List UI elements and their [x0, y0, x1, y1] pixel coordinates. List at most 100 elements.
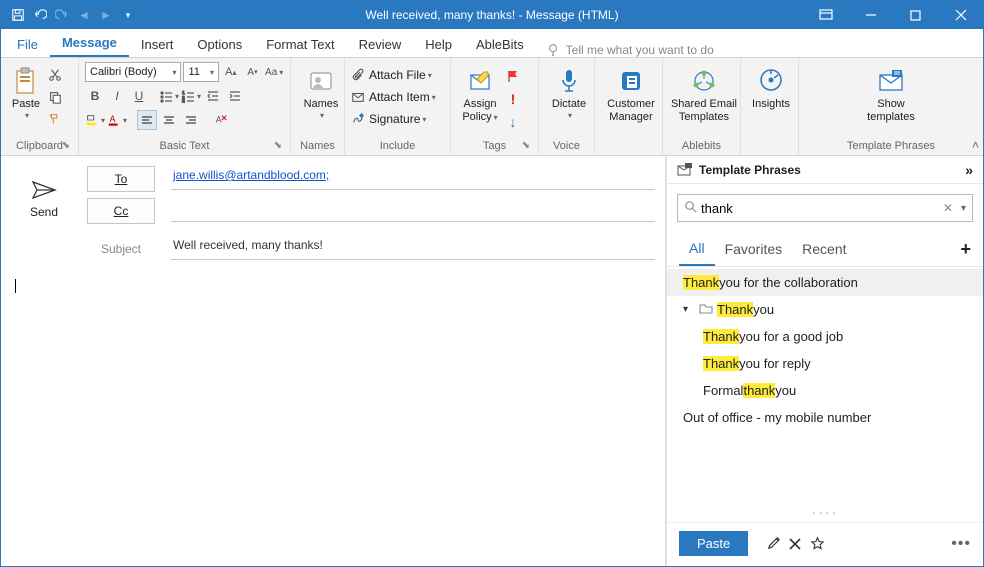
grow-font-icon[interactable]: A▴ — [221, 62, 241, 82]
minimize-icon[interactable] — [848, 1, 893, 29]
bullets-icon[interactable]: ▾ — [159, 86, 179, 106]
maximize-icon[interactable] — [893, 1, 938, 29]
tab-review[interactable]: Review — [347, 32, 414, 57]
clear-search-icon[interactable]: ✕ — [943, 201, 953, 215]
template-item[interactable]: Formal thank you — [667, 377, 983, 404]
tab-insert[interactable]: Insert — [129, 32, 186, 57]
tab-format-text[interactable]: Format Text — [254, 32, 346, 57]
to-button[interactable]: To — [87, 166, 155, 192]
tab-favorites[interactable]: Favorites — [715, 233, 793, 265]
cut-icon[interactable] — [45, 65, 65, 85]
attach-file-button[interactable]: Attach File▾ — [351, 64, 444, 86]
underline-icon[interactable]: U — [129, 86, 149, 106]
show-templates-button[interactable]: Show templates — [856, 62, 926, 124]
subject-field[interactable]: Well received, many thanks! — [171, 238, 655, 260]
cc-field[interactable] — [171, 200, 655, 222]
format-painter-icon[interactable] — [45, 109, 65, 129]
dialog-launcher-icon[interactable]: ⬊ — [274, 140, 282, 151]
bold-icon[interactable]: B — [85, 86, 105, 106]
template-search-input[interactable] — [701, 201, 937, 216]
title-bar: ◄ ► ▾ Well received, many thanks! - Mess… — [1, 1, 983, 29]
tab-ablebits[interactable]: AbleBits — [464, 32, 536, 57]
change-case-icon[interactable]: Aa▾ — [264, 62, 284, 82]
copy-icon[interactable] — [45, 87, 65, 107]
tab-message[interactable]: Message — [50, 30, 129, 57]
numbering-icon[interactable]: 123▾ — [181, 86, 201, 106]
template-phrases-panel: Template Phrases » ✕ ▾ All Favorites Rec… — [667, 156, 983, 566]
align-right-icon[interactable] — [181, 110, 201, 130]
more-options-icon[interactable]: ••• — [951, 535, 971, 553]
increase-indent-icon[interactable] — [225, 86, 245, 106]
ribbon-tabs: File Message Insert Options Format Text … — [1, 29, 983, 57]
send-button[interactable]: Send — [11, 166, 77, 230]
qat-dropdown-icon[interactable]: ▾ — [117, 4, 139, 26]
insights-button[interactable]: Insights — [747, 62, 795, 111]
resize-handle[interactable]: ···· — [667, 502, 983, 522]
low-importance-icon[interactable]: ↓ — [503, 112, 523, 132]
chevron-down-icon: ▾ — [320, 111, 324, 120]
tab-help[interactable]: Help — [413, 32, 464, 57]
decrease-indent-icon[interactable] — [203, 86, 223, 106]
align-left-icon[interactable] — [137, 110, 157, 130]
forward-icon: ► — [95, 4, 117, 26]
template-item[interactable]: Thank you for a good job — [667, 323, 983, 350]
group-tags-label: Tags⬊ — [457, 138, 532, 155]
template-search[interactable]: ✕ ▾ — [677, 194, 973, 222]
subject-label: Subject — [87, 242, 155, 256]
collapse-ribbon-icon[interactable]: ˄ — [972, 138, 979, 152]
to-field[interactable]: jane.willis@artandblood.com; — [171, 168, 655, 190]
high-importance-icon[interactable]: ! — [503, 89, 523, 109]
template-item[interactable]: Out of office - my mobile number — [667, 404, 983, 431]
align-center-icon[interactable] — [159, 110, 179, 130]
group-ablebits-label: Ablebits — [669, 138, 734, 155]
clear-formatting-icon[interactable]: A — [211, 110, 231, 130]
undo-icon[interactable] — [29, 4, 51, 26]
add-template-icon[interactable]: + — [960, 239, 971, 260]
font-name-select[interactable]: Calibri (Body)▾ — [85, 62, 181, 82]
favorite-icon[interactable] — [806, 536, 828, 551]
font-color-icon[interactable]: A▾ — [107, 110, 127, 130]
svg-text:A: A — [110, 114, 116, 124]
signature-button[interactable]: Signature▾ — [351, 108, 444, 130]
ribbon-display-icon[interactable] — [803, 1, 848, 29]
tab-options[interactable]: Options — [185, 32, 254, 57]
template-item[interactable]: Thank you for reply — [667, 350, 983, 377]
message-body[interactable] — [1, 266, 665, 566]
attach-item-button[interactable]: Attach Item▾ — [351, 86, 444, 108]
font-size-select[interactable]: 11▾ — [183, 62, 219, 82]
template-item[interactable]: Thank you for the collaboration — [667, 269, 983, 296]
close-icon[interactable] — [938, 1, 983, 29]
collapse-icon[interactable]: ▾ — [683, 304, 695, 315]
tab-all[interactable]: All — [679, 232, 715, 266]
template-phrases-icon — [677, 163, 693, 177]
edit-icon[interactable] — [762, 536, 784, 551]
customer-manager-button[interactable]: Customer Manager — [601, 62, 661, 124]
paste-button[interactable]: Paste ▾ — [7, 62, 45, 129]
names-button[interactable]: Names ▾ — [297, 62, 345, 120]
shrink-font-icon[interactable]: A▾ — [243, 62, 263, 82]
tab-file[interactable]: File — [5, 32, 50, 57]
dictate-button[interactable]: Dictate ▾ — [545, 62, 593, 120]
assign-policy-button[interactable]: Assign Policy▾ — [457, 62, 503, 132]
group-include-label: Include — [351, 138, 444, 155]
dialog-launcher-icon[interactable]: ⬊ — [522, 140, 530, 151]
shared-email-templates-button[interactable]: Shared Email Templates — [669, 62, 739, 124]
search-dropdown-icon[interactable]: ▾ — [961, 203, 966, 214]
save-icon[interactable] — [7, 4, 29, 26]
tab-recent[interactable]: Recent — [792, 233, 856, 265]
search-icon — [684, 200, 697, 216]
dialog-launcher-icon[interactable]: ⬊ — [62, 140, 70, 151]
expand-panel-icon[interactable]: » — [965, 162, 973, 178]
cc-button[interactable]: Cc — [87, 198, 155, 224]
group-voice-label: Voice — [545, 138, 588, 155]
paste-template-button[interactable]: Paste — [679, 531, 748, 556]
chevron-down-icon: ▾ — [25, 111, 29, 120]
delete-icon[interactable] — [784, 537, 806, 551]
follow-up-flag-icon[interactable] — [503, 66, 523, 86]
ribbon: Paste ▾ Clipboard⬊ Calibri (Body)▾ 11▾ A… — [1, 57, 983, 156]
group-template-phrases-label: Template Phrases — [805, 138, 977, 155]
italic-icon[interactable]: I — [107, 86, 127, 106]
highlight-icon[interactable]: ▾ — [85, 110, 105, 130]
template-folder[interactable]: ▾ Thank you — [667, 296, 983, 323]
tell-me-search[interactable]: Tell me what you want to do — [546, 43, 714, 57]
